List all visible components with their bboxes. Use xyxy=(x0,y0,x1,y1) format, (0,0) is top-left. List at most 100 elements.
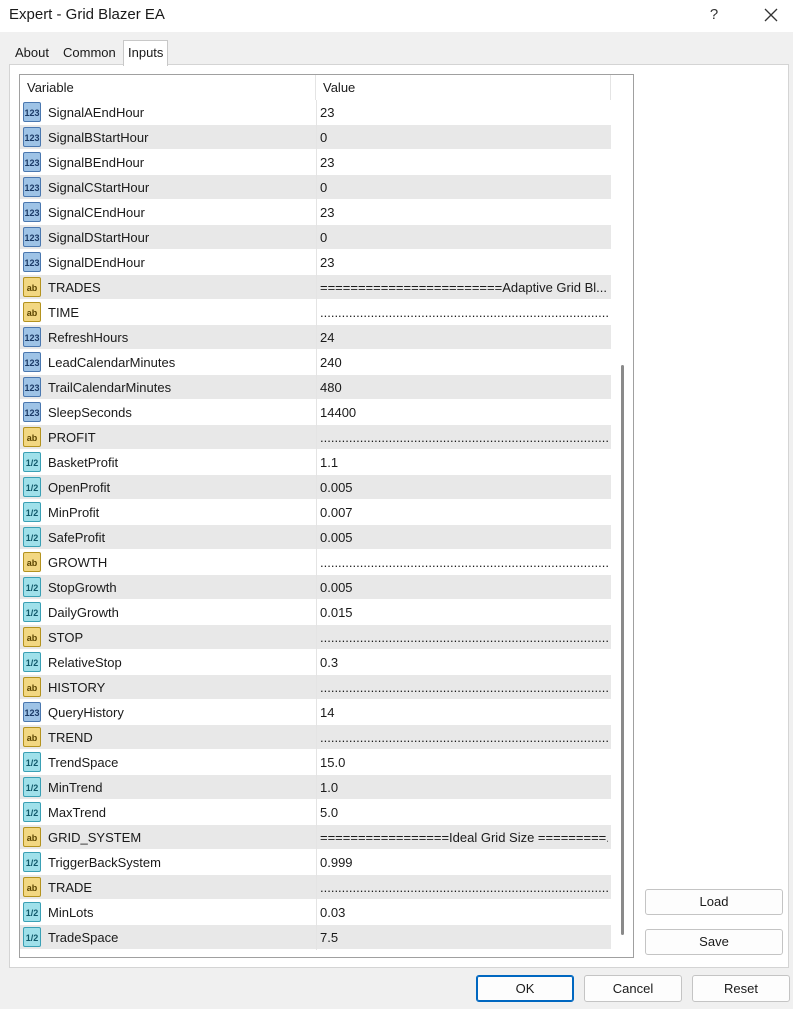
table-row[interactable]: 1/2 StopGrowth 0.005 xyxy=(20,575,611,600)
variable-value[interactable]: 0.03 xyxy=(320,900,608,925)
variable-value[interactable]: 23 xyxy=(320,100,608,125)
variable-value[interactable]: 0.015 xyxy=(320,600,608,625)
double-type-icon: 1/2 xyxy=(23,802,41,822)
variable-value[interactable]: =================Ideal Grid Size =======… xyxy=(320,825,608,850)
variable-value[interactable]: ========================Adaptive Grid Bl… xyxy=(320,275,608,300)
table-row[interactable]: 123 QueryHistory 14 xyxy=(20,700,611,725)
table-row[interactable]: 123 SignalDEndHour 23 xyxy=(20,250,611,275)
table-row[interactable]: 1/2 RelativeStop 0.3 xyxy=(20,650,611,675)
variable-name: MaxTrend xyxy=(48,805,107,820)
variable-value[interactable]: 0.005 xyxy=(320,525,608,550)
tab-about[interactable]: About xyxy=(11,42,53,66)
variable-value[interactable]: 14400 xyxy=(320,400,608,425)
table-row[interactable]: 123 SignalCStartHour 0 xyxy=(20,175,611,200)
inputs-grid[interactable]: Variable Value 123 SignalAEndHour 23 123 Sig… xyxy=(19,74,634,958)
variable-value[interactable]: ........................................… xyxy=(320,875,608,900)
variable-value[interactable]: 23 xyxy=(320,150,608,175)
variable-value[interactable]: 480 xyxy=(320,375,608,400)
cancel-button[interactable]: Cancel xyxy=(584,975,682,1002)
table-row[interactable]: 123 SignalBStartHour 0 xyxy=(20,125,611,150)
variable-value[interactable]: 0.3 xyxy=(320,650,608,675)
variable-value[interactable]: 23 xyxy=(320,200,608,225)
table-row[interactable]: 1/2 TriggerBackSystem 0.999 xyxy=(20,850,611,875)
variable-value[interactable]: 0 xyxy=(320,175,608,200)
column-header-value[interactable]: Value xyxy=(316,75,611,101)
save-button[interactable]: Save xyxy=(645,929,783,955)
variable-value[interactable]: 1.0 xyxy=(320,775,608,800)
variable-value[interactable]: ........................................… xyxy=(320,625,608,650)
variable-value[interactable]: ........................................… xyxy=(320,550,608,575)
variable-value[interactable]: ........................................… xyxy=(320,725,608,750)
variable-value[interactable]: 15.0 xyxy=(320,750,608,775)
table-row[interactable]: 123 SignalDStartHour 0 xyxy=(20,225,611,250)
variable-value[interactable]: 0.005 xyxy=(320,475,608,500)
load-button[interactable]: Load xyxy=(645,889,783,915)
grid-rows: 123 SignalAEndHour 23 123 SignalBStartHour 0 1… xyxy=(20,100,611,950)
variable-value[interactable]: 14 xyxy=(320,700,608,725)
table-row[interactable]: ab PROFIT................................… xyxy=(20,425,611,450)
column-divider xyxy=(316,300,317,325)
column-divider xyxy=(316,425,317,450)
table-row[interactable]: 1/2 BasketProfit 1.1 xyxy=(20,450,611,475)
column-divider xyxy=(316,200,317,225)
reset-button[interactable]: Reset xyxy=(692,975,790,1002)
grid-header: Variable Value xyxy=(20,75,611,101)
table-row[interactable]: 123 SignalCEndHour 23 xyxy=(20,200,611,225)
variable-value[interactable]: 240 xyxy=(320,350,608,375)
variable-value[interactable]: ........................................… xyxy=(320,675,608,700)
table-row[interactable]: 1/2 MaxTrend 5.0 xyxy=(20,800,611,825)
table-row[interactable]: 1/2 MinProfit 0.007 xyxy=(20,500,611,525)
table-row[interactable]: 123 TrailCalendarMinutes 480 xyxy=(20,375,611,400)
variable-value[interactable]: 0.005 xyxy=(320,575,608,600)
variable-value[interactable]: 0 xyxy=(320,225,608,250)
table-row[interactable]: 123 SignalBEndHour 23 xyxy=(20,150,611,175)
table-row[interactable]: 123 SleepSeconds 14400 xyxy=(20,400,611,425)
table-row[interactable]: 123 RefreshHours 24 xyxy=(20,325,611,350)
variable-value[interactable]: 23 xyxy=(320,250,608,275)
variable-value[interactable]: ........................................… xyxy=(320,300,608,325)
variable-value[interactable]: 0 xyxy=(320,125,608,150)
tab-common[interactable]: Common xyxy=(59,42,120,66)
integer-type-icon: 123 xyxy=(23,152,41,172)
table-row[interactable]: 1/2 MinTrend 1.0 xyxy=(20,775,611,800)
ok-button[interactable]: OK xyxy=(476,975,574,1002)
variable-value[interactable]: 1.1 xyxy=(320,450,608,475)
variable-value[interactable]: ........................................… xyxy=(320,425,608,450)
table-row[interactable]: 1/2 OpenProfit 0.005 xyxy=(20,475,611,500)
table-row[interactable]: 123 LeadCalendarMinutes 240 xyxy=(20,350,611,375)
variable-name: TriggerBackSystem xyxy=(48,855,161,870)
column-header-variable[interactable]: Variable xyxy=(20,75,316,101)
string-type-icon: ab xyxy=(23,277,41,297)
table-row[interactable]: ab TREND.................................… xyxy=(20,725,611,750)
table-row[interactable]: 1/2 TradeSpace 7.5 xyxy=(20,925,611,950)
column-divider xyxy=(316,825,317,850)
table-row[interactable]: 1/2 TrendSpace 15.0 xyxy=(20,750,611,775)
table-row[interactable]: ab GROWTH................................… xyxy=(20,550,611,575)
close-button[interactable] xyxy=(752,0,790,32)
table-row[interactable]: 1/2 DailyGrowth 0.015 xyxy=(20,600,611,625)
tab-inputs[interactable]: Inputs xyxy=(123,40,169,66)
variable-value[interactable]: 5.0 xyxy=(320,800,608,825)
vertical-scrollbar[interactable] xyxy=(613,75,633,957)
table-row[interactable]: ab TIME..................................… xyxy=(20,300,611,325)
variable-value[interactable]: 0.007 xyxy=(320,500,608,525)
table-row[interactable]: ab HISTORY...............................… xyxy=(20,675,611,700)
table-row[interactable]: ab STOP..................................… xyxy=(20,625,611,650)
table-row[interactable]: 1/2 SafeProfit 0.005 xyxy=(20,525,611,550)
table-row[interactable]: 123 SignalAEndHour 23 xyxy=(20,100,611,125)
variable-value[interactable]: 24 xyxy=(320,325,608,350)
column-divider xyxy=(316,700,317,725)
help-button[interactable]: ? xyxy=(698,0,730,32)
table-row[interactable]: 1/2 MinLots 0.03 xyxy=(20,900,611,925)
variable-value[interactable]: 0.999 xyxy=(320,850,608,875)
variable-value[interactable]: 7.5 xyxy=(320,925,608,950)
scrollbar-thumb[interactable] xyxy=(621,365,624,935)
column-divider xyxy=(316,775,317,800)
integer-type-icon: 123 xyxy=(23,227,41,247)
table-row[interactable]: ab TRADE.................................… xyxy=(20,875,611,900)
table-row[interactable]: ab TRADES ========================Adaptive… xyxy=(20,275,611,300)
variable-name: QueryHistory xyxy=(48,705,124,720)
table-row[interactable]: ab GRID_SYSTEM =================Ideal Grid… xyxy=(20,825,611,850)
variable-name: SafeProfit xyxy=(48,530,106,545)
column-divider xyxy=(316,150,317,175)
